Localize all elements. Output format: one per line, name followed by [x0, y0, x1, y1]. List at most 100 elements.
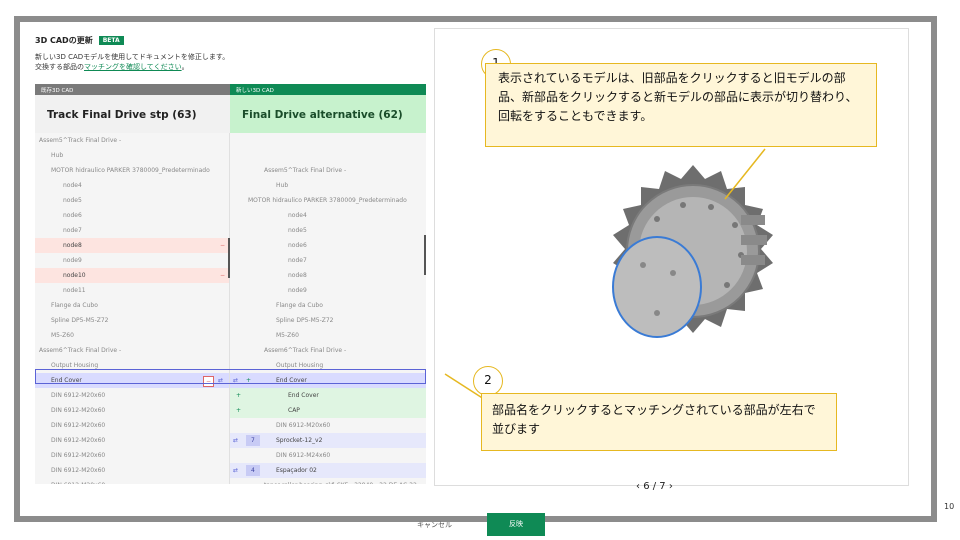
new-part-label: node4 — [288, 212, 307, 219]
old-tree-row[interactable]: M5-Z60 — [35, 328, 230, 343]
new-part-label: DIN 6912-M20x60 — [276, 422, 331, 429]
new-tree-row[interactable]: DIN 6912-M20x60 — [230, 418, 426, 433]
old-tree-row[interactable]: node11 — [35, 283, 230, 298]
new-part-label: End Cover — [288, 392, 319, 399]
new-tree-row[interactable]: M5-Z60 — [230, 328, 426, 343]
matching-link[interactable]: マッチングを確認してください — [84, 63, 182, 71]
new-tree-row[interactable]: node8 — [230, 268, 426, 283]
desc-line-1: 新しい3D CADモデルを使用してドキュメントを修正します。 — [35, 53, 230, 61]
new-tree-row[interactable]: node4 — [230, 208, 426, 223]
old-tree-row[interactable]: Flange da Cubo — [35, 298, 230, 313]
new-tree-row[interactable]: node9 — [230, 283, 426, 298]
new-tree-row[interactable]: node6 — [230, 238, 426, 253]
swap-icon[interactable]: ⇄ — [233, 463, 238, 478]
panel-divider — [229, 133, 230, 484]
old-tree-row[interactable]: Hub — [35, 148, 230, 163]
new-tree-row[interactable]: Assem5^Track Final Drive - — [230, 163, 426, 178]
new-tree-row[interactable]: taper roller bearing_skf_SKF - 32940 - 3… — [230, 478, 426, 484]
bolt-hole — [654, 310, 660, 316]
bolt-hole — [670, 270, 676, 276]
old-part-label: node11 — [63, 287, 86, 294]
hydraulic-port — [741, 215, 765, 225]
old-tree-row[interactable]: DIN 6912-M20x60 — [35, 478, 230, 484]
new-tree-row[interactable]: DIN 6912-M24x60 — [230, 448, 426, 463]
old-part-label: node4 — [63, 182, 82, 189]
old-tree-scrollbar[interactable] — [228, 238, 230, 278]
match-count-badge[interactable]: 4 — [246, 465, 260, 476]
new-part-label: MOTOR hidraulico PARKER 3780009_Predeter… — [248, 197, 407, 204]
old-part-label: DIN 6912-M20x60 — [51, 467, 106, 474]
old-parts-tree[interactable]: Assem5^Track Final Drive - Hub MOTOR hidra… — [35, 133, 230, 484]
slide-number: 10 — [944, 502, 955, 511]
old-part-label: node6 — [63, 212, 82, 219]
old-tree-row[interactable]: DIN 6912-M20x60 — [35, 463, 230, 478]
bolt-hole — [708, 204, 714, 210]
old-tree-row[interactable]: node5 — [35, 193, 230, 208]
old-tree-row[interactable]: node4 — [35, 178, 230, 193]
new-tree-scrollbar[interactable] — [424, 235, 426, 275]
old-part-label: DIN 6912-M20x60 — [51, 392, 106, 399]
new-tree-row[interactable]: Spline DP5-M5-Z72 — [230, 313, 426, 328]
new-part-label: Assem6^Track Final Drive - — [264, 347, 347, 354]
bolt-hole — [640, 262, 646, 268]
old-tree-row[interactable]: node7 — [35, 223, 230, 238]
old-tree-row[interactable]: Assem6^Track Final Drive - — [35, 343, 230, 358]
new-part-label: taper roller bearing_skf_SKF - 32940 - 3… — [264, 478, 417, 484]
old-tree-row[interactable]: Spline DP5-M5-Z72 — [35, 313, 230, 328]
old-tree-row[interactable]: node9 — [35, 253, 230, 268]
new-tree-row[interactable]: ⇄ 4 Espaçador 02 — [230, 463, 426, 478]
new-tree-row[interactable]: Hub — [230, 178, 426, 193]
old-tree-row[interactable]: Assem5^Track Final Drive - — [35, 133, 230, 148]
callout-2-number: 2 — [473, 366, 503, 396]
new-parts-tree[interactable]: Assem5^Track Final Drive - Hub MOTOR hidra… — [230, 133, 426, 484]
new-tree-row[interactable]: node7 — [230, 253, 426, 268]
new-tree-row[interactable]: MOTOR hidraulico PARKER 3780009_Predeter… — [230, 193, 426, 208]
old-tree-row[interactable]: DIN 6912-M20x60 — [35, 418, 230, 433]
new-part-label: Hub — [276, 182, 289, 189]
cancel-button[interactable]: キャンセル — [417, 520, 452, 530]
pager-next-button[interactable]: › — [669, 481, 673, 492]
new-part-label: Flange da Cubo — [276, 302, 323, 309]
callout-2: 部品名をクリックするとマッチングされている部品が左右で並びます — [481, 393, 837, 451]
pager-text: 6 / 7 — [643, 481, 666, 492]
callout-1: 表示されているモデルは、旧部品をクリックすると旧モデルの部品、新部品をクリックす… — [485, 63, 877, 147]
new-part-label: node6 — [288, 242, 307, 249]
remove-marker[interactable]: − — [220, 238, 225, 253]
old-part-label: Assem5^Track Final Drive - — [39, 137, 122, 144]
old-tree-row[interactable]: MOTOR hidraulico PARKER 3780009_Predeter… — [35, 163, 230, 178]
new-tree-row — [230, 148, 426, 163]
old-part-label: node8 — [63, 242, 82, 249]
old-tree-row[interactable]: DIN 6912-M20x60 — [35, 448, 230, 463]
old-tree-row[interactable]: − node10 — [35, 268, 230, 283]
pager-prev-button[interactable]: ‹ — [636, 481, 640, 492]
old-part-label: node5 — [63, 197, 82, 204]
old-tree-row[interactable]: DIN 6912-M20x60 — [35, 388, 230, 403]
old-tree-row[interactable]: node6 — [35, 208, 230, 223]
new-tree-row[interactable]: Assem6^Track Final Drive - — [230, 343, 426, 358]
old-part-label: Spline DP5-M5-Z72 — [51, 317, 109, 324]
sprocket-model[interactable] — [612, 165, 773, 338]
bolt-hole — [654, 216, 660, 222]
new-part-label: Sprocket-12_v2 — [276, 437, 323, 444]
new-part-label: node8 — [288, 272, 307, 279]
new-tree-row[interactable]: + CAP — [230, 403, 426, 418]
old-tree-row[interactable]: DIN 6912-M20x60 — [35, 403, 230, 418]
hydraulic-port — [741, 255, 765, 265]
apply-button[interactable]: 反映 — [487, 513, 545, 536]
old-part-label: node7 — [63, 227, 82, 234]
new-tree-row[interactable]: Flange da Cubo — [230, 298, 426, 313]
new-tree-row[interactable]: node5 — [230, 223, 426, 238]
old-tree-row[interactable]: − node8 — [35, 238, 230, 253]
old-part-label: DIN 6912-M20x60 — [51, 407, 106, 414]
new-tree-row[interactable]: ⇄ 7 Sprocket-12_v2 — [230, 433, 426, 448]
end-cover-highlight[interactable] — [612, 236, 702, 338]
new-part-label: Espaçador 02 — [276, 467, 317, 474]
old-part-label: DIN 6912-M20x60 — [51, 437, 106, 444]
remove-marker[interactable]: − — [220, 268, 225, 283]
new-tree-row[interactable]: + End Cover — [230, 388, 426, 403]
old-tree-row[interactable]: DIN 6912-M20x60 — [35, 433, 230, 448]
old-part-label: DIN 6912-M20x60 — [51, 478, 105, 484]
match-count-badge[interactable]: 7 — [246, 435, 260, 446]
swap-icon[interactable]: ⇄ — [233, 433, 238, 448]
old-part-label: Assem6^Track Final Drive - — [39, 347, 122, 354]
